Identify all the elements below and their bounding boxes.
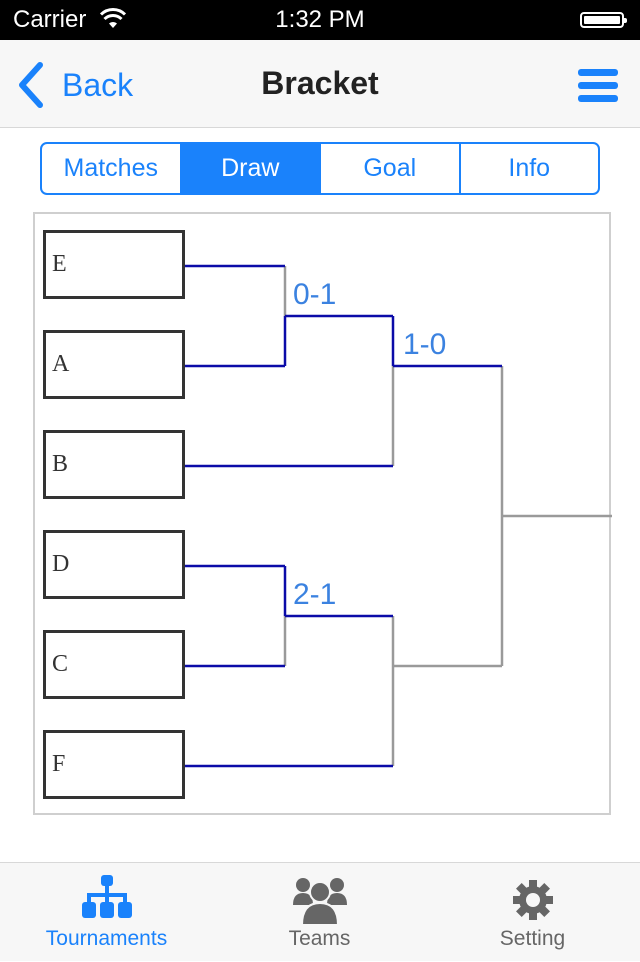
match-score[interactable]: 2-1 xyxy=(293,578,336,612)
tabbar-item-teams[interactable]: Teams xyxy=(213,863,426,961)
match-score[interactable]: 1-0 xyxy=(403,328,446,362)
team-slot-a[interactable]: A xyxy=(43,330,185,399)
match-score[interactable]: 0-1 xyxy=(293,278,336,312)
team-slot-e[interactable]: E xyxy=(43,230,185,299)
team-group-icon xyxy=(292,878,347,925)
team-slot-b[interactable]: B xyxy=(43,430,185,499)
tournament-tree-icon xyxy=(81,875,132,918)
tabbar-item-setting[interactable]: Setting xyxy=(426,863,639,961)
team-slot-d[interactable]: D xyxy=(43,530,185,599)
team-slot-c[interactable]: C xyxy=(43,630,185,699)
tabbar-label: Tournaments xyxy=(45,927,168,950)
tabbar-label: Teams xyxy=(288,927,351,950)
tabbar-label: Setting xyxy=(499,927,566,950)
team-slot-f[interactable]: F xyxy=(43,730,185,799)
tabbar-item-tournaments[interactable]: Tournaments xyxy=(0,863,213,961)
gear-icon xyxy=(512,880,553,920)
tab-bar: Tournaments Teams Setting xyxy=(0,862,640,961)
